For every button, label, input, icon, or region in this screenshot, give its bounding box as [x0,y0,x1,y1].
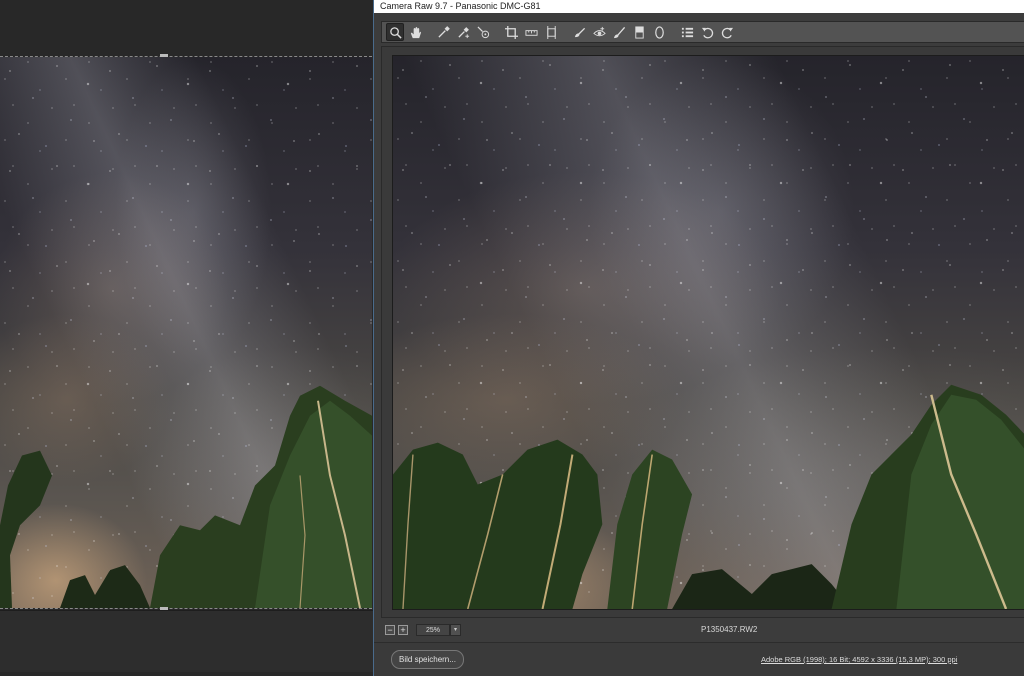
rotate-ccw-icon [701,27,713,38]
zoom-tool[interactable] [386,23,404,41]
title-bar[interactable]: Camera Raw 9.7 - Panasonic DMC-G81 [374,0,1024,13]
radial-filter-tool[interactable] [650,23,668,41]
white-balance-tool[interactable] [434,23,452,41]
hand-tool[interactable] [406,23,424,41]
graduated-filter-tool[interactable] [630,23,648,41]
crop-tool[interactable] [502,23,520,41]
workflow-options-link[interactable]: Adobe RGB (1998); 16 Bit; 4592 x 3336 (1… [761,655,957,664]
straighten-tool[interactable] [522,23,540,41]
zoom-dropdown[interactable]: ▾ [450,624,461,636]
selection-handle[interactable] [160,54,168,57]
dialog-footer: Bild speichern... Adobe RGB (1998); 16 B… [374,642,1024,676]
brush-spot-icon [574,27,585,37]
preview-image[interactable] [392,55,1024,610]
color-sampler-tool[interactable] [454,23,472,41]
background-document-image [0,56,372,609]
magnifier-icon [389,26,402,39]
targeted-adjustment-tool[interactable] [474,23,492,41]
screen: Camera Raw 9.7 - Panasonic DMC-G81 − + 2… [0,0,1024,676]
preferences-button[interactable] [678,23,696,41]
adjustment-brush-tool[interactable] [610,23,628,41]
list-icon [681,27,693,37]
tree-silhouettes [0,385,372,608]
zoom-in-button[interactable]: + [398,625,408,635]
tree-silhouettes [393,384,1024,609]
brush-icon [613,26,625,38]
photoshop-document-area [0,0,373,676]
rotate-left-button[interactable] [698,23,716,41]
transform-tool[interactable] [542,23,560,41]
eyedropper-plus-icon [457,26,469,38]
eyedropper-icon [437,25,450,38]
camera-raw-dialog: Camera Raw 9.7 - Panasonic DMC-G81 − + 2… [373,0,1024,676]
window-title: Camera Raw 9.7 - Panasonic DMC-G81 [380,1,541,11]
transform-icon [546,25,556,39]
target-icon [477,26,489,38]
zoom-level[interactable]: 25% [416,624,450,636]
gradient-icon [634,25,644,39]
tool-bar [381,21,1024,43]
file-name: P1350437.RW2 [701,625,758,634]
document-bottom-bar [0,610,373,672]
save-image-button[interactable]: Bild speichern... [391,650,464,669]
rotate-cw-icon [721,27,733,38]
eye-icon [592,26,606,36]
crop-icon [504,25,518,39]
ruler-icon [524,29,538,36]
hand-icon [410,26,421,38]
spot-removal-tool[interactable] [570,23,588,41]
zoom-out-button[interactable]: − [385,625,395,635]
preview-area [381,46,1024,618]
red-eye-tool[interactable] [590,23,608,41]
ellipse-icon [654,25,664,39]
status-bar: − + 25% ▾ P1350437.RW2 [381,620,1024,640]
rotate-right-button[interactable] [718,23,736,41]
